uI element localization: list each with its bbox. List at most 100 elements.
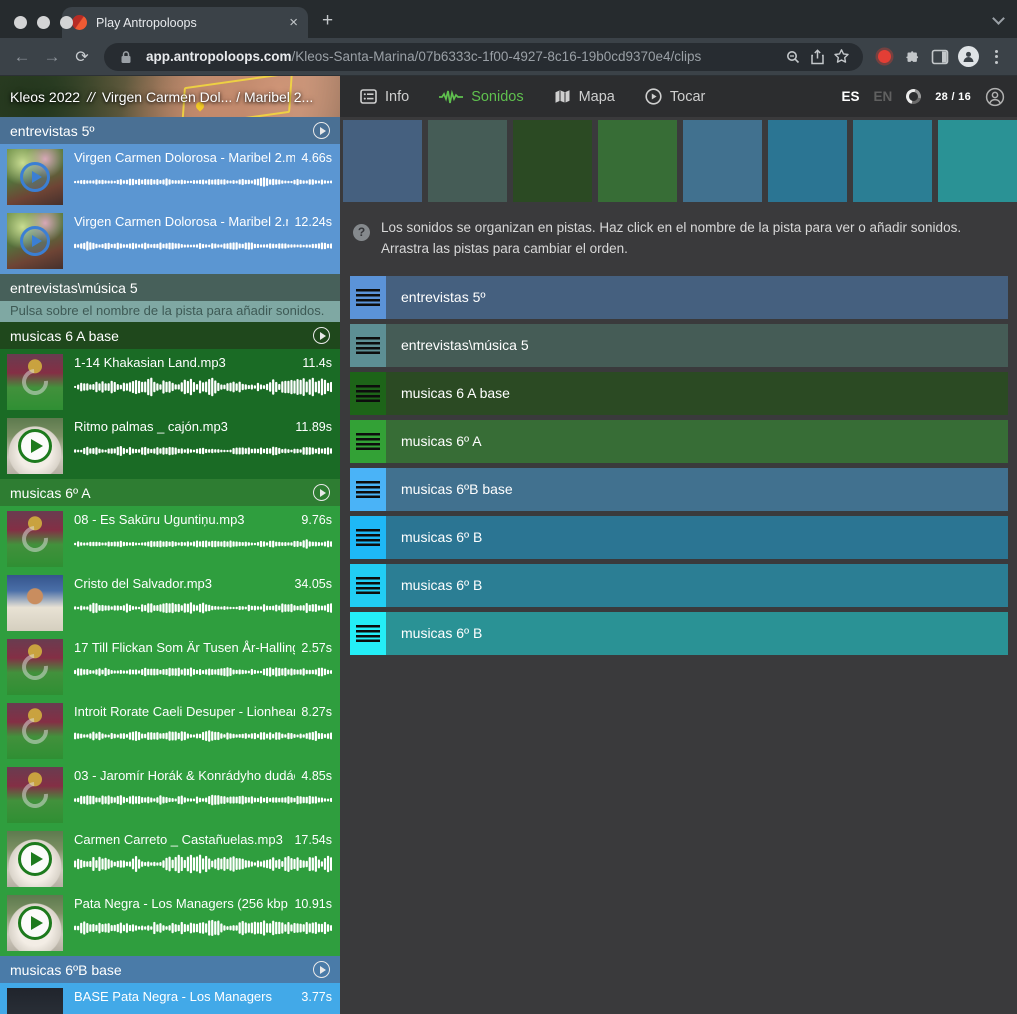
clip-thumbnail[interactable] xyxy=(7,213,63,269)
drag-handle[interactable] xyxy=(350,612,386,655)
window-close-button[interactable] xyxy=(14,16,27,29)
clip-thumbnail[interactable] xyxy=(7,703,63,759)
drag-handle[interactable] xyxy=(350,468,386,511)
track-row-label: musicas 6º B xyxy=(401,577,482,593)
breadcrumb-project[interactable]: Kleos 2022 xyxy=(10,89,80,105)
drag-handle[interactable] xyxy=(350,372,386,415)
sidebar-track-header[interactable]: musicas 6º A xyxy=(0,479,340,506)
tab-close-icon[interactable]: × xyxy=(289,14,298,31)
clip-thumbnail[interactable] xyxy=(7,575,63,631)
clip-play-icon[interactable] xyxy=(20,226,50,256)
drag-handle-icon xyxy=(356,529,380,546)
forward-button[interactable]: → xyxy=(38,43,66,71)
new-tab-button[interactable]: + xyxy=(322,10,333,32)
account-icon[interactable] xyxy=(985,87,1005,107)
drag-handle[interactable] xyxy=(350,324,386,367)
clip-play-icon[interactable] xyxy=(18,429,52,463)
clip-item[interactable]: Carmen Carreto _ Castañuelas.mp3 17.54s xyxy=(0,829,340,889)
extensions-puzzle-icon[interactable] xyxy=(899,44,925,70)
clip-play-icon[interactable] xyxy=(17,777,54,814)
clip-waveform xyxy=(74,788,332,812)
help-note-text: Los sonidos se organizan en pistas. Haz … xyxy=(381,218,1003,260)
drag-handle[interactable] xyxy=(350,420,386,463)
clip-item[interactable]: Pata Negra - Los Managers (256 kbps).mp3… xyxy=(0,893,340,953)
track-row[interactable]: entrevistas\música 5 xyxy=(350,324,1008,367)
clip-item[interactable]: Cristo del Salvador.mp3 34.05s xyxy=(0,573,340,633)
browser-tab[interactable]: Play Antropoloops × xyxy=(62,7,308,38)
clip-item[interactable]: Virgen Carmen Dolorosa - Maribel 2.mp3 4… xyxy=(0,147,340,207)
track-row[interactable]: entrevistas 5º xyxy=(350,276,1008,319)
sidebar-track-header[interactable]: entrevistas 5º xyxy=(0,117,340,144)
play-track-icon[interactable] xyxy=(313,961,330,978)
clip-thumbnail[interactable] xyxy=(7,511,63,567)
drag-handle[interactable] xyxy=(350,564,386,607)
tab-info[interactable]: Info xyxy=(360,89,409,105)
drag-handle[interactable] xyxy=(350,516,386,559)
window-controls[interactable] xyxy=(14,16,73,29)
play-track-icon[interactable] xyxy=(313,327,330,344)
clip-name: Pata Negra - Los Managers (256 kbps).mp3 xyxy=(74,896,288,911)
clip-thumbnail[interactable] xyxy=(7,988,63,1014)
track-color-square xyxy=(683,120,762,202)
clip-item[interactable]: 03 - Jaromír Horák & Konrádyho dudácká .… xyxy=(0,765,340,825)
clip-play-icon[interactable] xyxy=(18,906,52,940)
clip-duration: 4.66s xyxy=(301,151,332,165)
tab-sonidos[interactable]: Sonidos xyxy=(439,89,523,105)
track-row[interactable]: musicas 6 A base xyxy=(350,372,1008,415)
clip-thumbnail[interactable] xyxy=(7,767,63,823)
clip-thumbnail[interactable] xyxy=(7,639,63,695)
clip-item[interactable]: 1-14 Khakasian Land.mp3 11.4s xyxy=(0,352,340,412)
clip-item[interactable]: Ritmo palmas _ cajón.mp3 11.89s xyxy=(0,416,340,476)
record-extension-icon[interactable] xyxy=(871,44,897,70)
back-button[interactable]: ← xyxy=(8,43,36,71)
clip-item[interactable]: Introit Rorate Caeli Desuper - Lionheart… xyxy=(0,701,340,761)
language-en-button[interactable]: EN xyxy=(873,89,892,104)
track-title: entrevistas 5º xyxy=(10,123,95,139)
clip-thumbnail[interactable] xyxy=(7,354,63,410)
sidebar-track-header[interactable]: entrevistas\música 5 xyxy=(0,274,340,301)
clip-play-icon[interactable] xyxy=(17,649,54,686)
clip-play-icon[interactable] xyxy=(17,521,54,558)
play-track-icon[interactable] xyxy=(313,484,330,501)
play-track-icon[interactable] xyxy=(313,122,330,139)
side-panel-icon[interactable] xyxy=(927,44,953,70)
clip-duration: 9.76s xyxy=(301,513,332,527)
clip-item[interactable]: BASE Pata Negra - Los Managers 3.77s xyxy=(0,986,340,1014)
clip-play-icon[interactable] xyxy=(17,364,54,401)
sidebar-track-header[interactable]: musicas 6 A base xyxy=(0,322,340,349)
track-color-strip xyxy=(343,120,1017,202)
address-bar[interactable]: app.antropoloops.com/Kleos-Santa-Marina/… xyxy=(104,43,863,71)
track-row[interactable]: musicas 6º B xyxy=(350,516,1008,559)
clip-play-icon[interactable] xyxy=(20,162,50,192)
share-icon[interactable] xyxy=(805,45,829,69)
track-row[interactable]: musicas 6º B xyxy=(350,612,1008,655)
bookmark-star-icon[interactable] xyxy=(829,45,853,69)
clip-thumbnail[interactable] xyxy=(7,149,63,205)
window-zoom-button[interactable] xyxy=(60,16,73,29)
track-row[interactable]: musicas 6º B xyxy=(350,564,1008,607)
sidebar-track-header[interactable]: musicas 6ºB base xyxy=(0,956,340,983)
breadcrumb[interactable]: Kleos 2022//Virgen Carmen Dol... / Marib… xyxy=(0,76,340,117)
clip-play-icon[interactable] xyxy=(18,842,52,876)
clip-item[interactable]: Virgen Carmen Dolorosa - Maribel 2.mp3 1… xyxy=(0,211,340,271)
clip-thumbnail[interactable] xyxy=(7,895,63,951)
drag-handle[interactable] xyxy=(350,276,386,319)
tab-search-chevron-icon[interactable] xyxy=(992,12,1005,25)
reload-button[interactable]: ⟳ xyxy=(68,43,96,71)
tab-mapa[interactable]: Mapa xyxy=(554,89,615,105)
browser-menu-icon[interactable] xyxy=(983,44,1009,70)
clip-play-icon[interactable] xyxy=(17,713,54,750)
breadcrumb-trail[interactable]: Virgen Carmen Dol... / Maribel 2... xyxy=(102,89,313,105)
tab-tocar[interactable]: Tocar xyxy=(645,88,705,105)
track-row[interactable]: musicas 6º A xyxy=(350,420,1008,463)
clip-item[interactable]: 08 - Es Sakūru Uguntiņu.mp3 9.76s xyxy=(0,509,340,569)
profile-avatar-icon[interactable] xyxy=(955,44,981,70)
url-text[interactable]: app.antropoloops.com/Kleos-Santa-Marina/… xyxy=(146,49,781,64)
zoom-page-icon[interactable] xyxy=(781,45,805,69)
clip-thumbnail[interactable] xyxy=(7,418,63,474)
clip-thumbnail[interactable] xyxy=(7,831,63,887)
window-minimize-button[interactable] xyxy=(37,16,50,29)
clip-item[interactable]: 17 Till Flickan Som Är Tusen År-Halling … xyxy=(0,637,340,697)
language-es-button[interactable]: ES xyxy=(841,89,859,104)
track-row[interactable]: musicas 6ºB base xyxy=(350,468,1008,511)
